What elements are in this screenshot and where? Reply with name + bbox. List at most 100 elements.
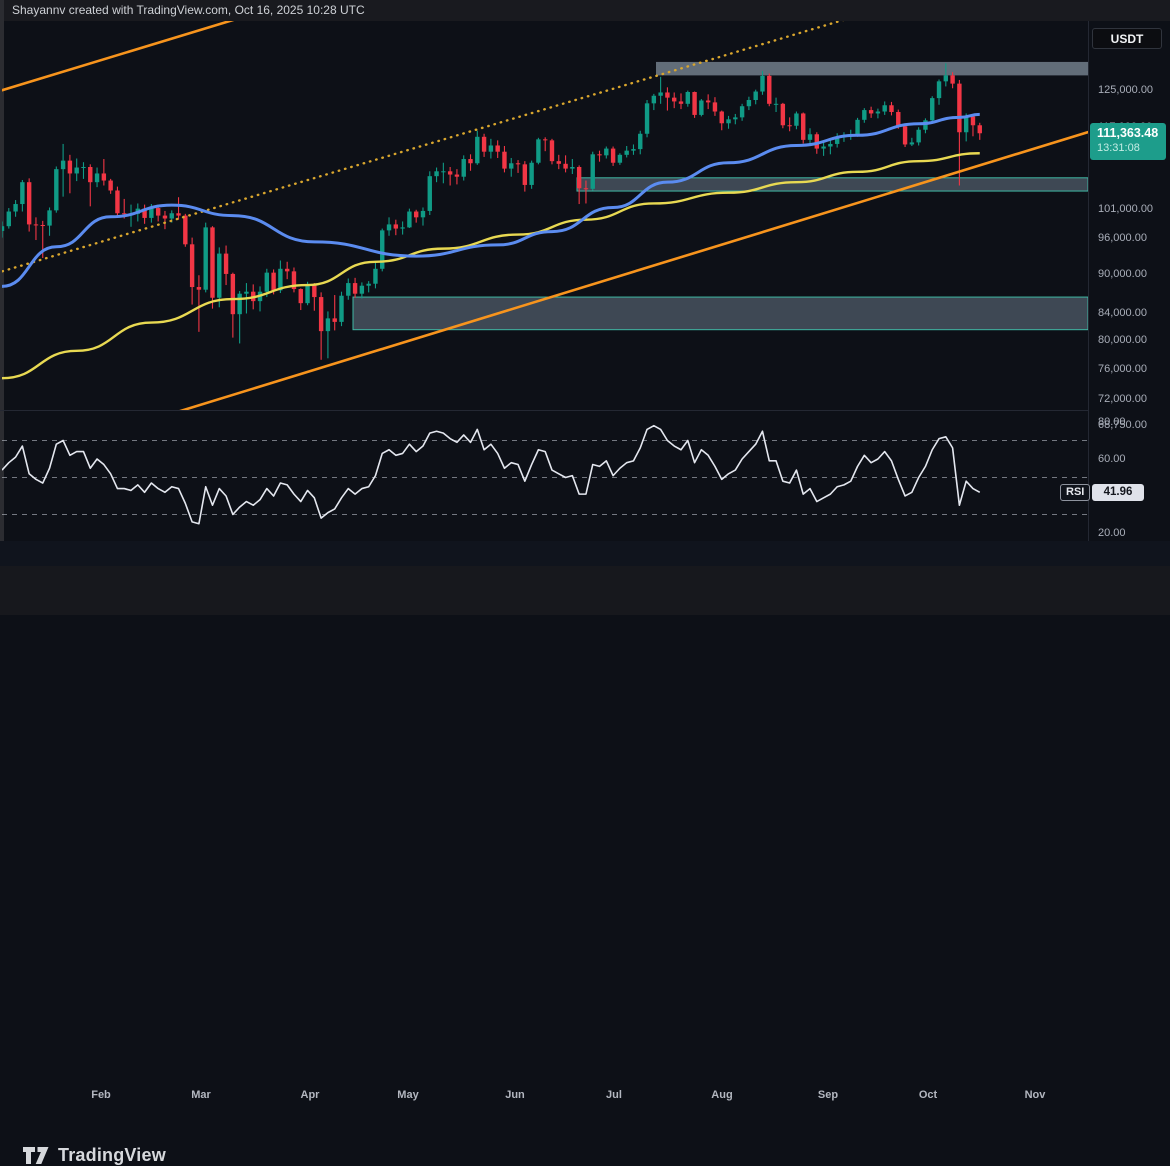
candle-body [896, 112, 900, 126]
candle-body [652, 96, 656, 104]
candle-body [95, 173, 99, 182]
bar-countdown: 13:31:08 [1097, 141, 1166, 155]
candle-body [373, 269, 377, 284]
candle-body [658, 92, 662, 95]
candle-body [679, 101, 683, 103]
candle-body [706, 100, 710, 102]
candle-body [821, 147, 825, 149]
price-tick: 72,000.00 [1098, 392, 1168, 406]
candle-body [672, 98, 676, 102]
candle-body [68, 161, 72, 174]
candle-body [591, 154, 595, 189]
month-label-feb: Feb [91, 1088, 111, 1102]
candle-body [190, 244, 194, 287]
candle-body [156, 208, 160, 216]
currency-label: USDT [1111, 32, 1144, 46]
price-tick: 101,000.00 [1098, 202, 1168, 216]
candle-body [794, 113, 798, 125]
candle-body [713, 102, 717, 111]
candle-body [204, 227, 208, 289]
candle-body [61, 161, 65, 170]
candle-body [210, 227, 214, 297]
footer-bar: TradingView [0, 566, 1170, 615]
candle-body [231, 274, 235, 314]
candle-body [299, 289, 303, 303]
price-axis[interactable]: 125,000.00117,000.00101,000.0096,000.009… [1088, 21, 1170, 541]
zone-resistance-125k[interactable] [656, 62, 1088, 75]
candle-body [441, 171, 445, 172]
candle-body [394, 224, 398, 228]
candle-body [163, 216, 167, 219]
candle-body [305, 284, 309, 303]
tradingview-logo[interactable]: TradingView [22, 1144, 166, 1166]
last-price-value: 111,363.48 [1097, 126, 1166, 141]
month-label-may: May [397, 1088, 418, 1102]
candle-body [964, 116, 968, 132]
candle-body [366, 284, 370, 286]
candle-body [502, 152, 506, 169]
candle-body [869, 110, 873, 113]
candle-body [787, 125, 791, 126]
candle-body [692, 92, 696, 115]
currency-chip[interactable]: USDT [1092, 28, 1162, 49]
pane-separator[interactable] [0, 410, 1088, 411]
candle-body [54, 169, 58, 210]
candle-body [387, 224, 391, 230]
candle-body [957, 84, 961, 133]
candle-body [462, 159, 466, 177]
price-pane[interactable] [0, 12, 1100, 436]
candle-body [944, 75, 948, 81]
month-label-nov: Nov [1025, 1088, 1046, 1102]
candle-body [686, 92, 690, 104]
candle-body [495, 145, 499, 151]
candle-body [115, 190, 119, 213]
candle-body [27, 182, 31, 224]
time-axis[interactable]: FebMarAprMayJunJulAugSepOctNov [0, 541, 1170, 566]
candle-body [978, 125, 982, 133]
candle-body [543, 139, 547, 140]
candle-body [760, 76, 764, 92]
candle-body [360, 286, 364, 294]
candle-body [428, 176, 432, 211]
candle-body [767, 76, 771, 104]
candle-body [197, 287, 201, 290]
candle-body [326, 318, 330, 331]
rsi-value-text: 41.96 [1104, 486, 1133, 498]
candle-body [523, 164, 527, 185]
price-chart-canvas[interactable] [0, 0, 1170, 615]
candle-body [468, 159, 472, 163]
candle-body [618, 155, 622, 163]
candle-body [47, 210, 51, 225]
rsi-pane[interactable] [2, 426, 1088, 524]
rsi-indicator-label: RSI [1060, 484, 1090, 501]
trendline-channel-lower[interactable] [100, 128, 1100, 435]
trendline-channel-upper[interactable] [0, 18, 240, 94]
candle-body [862, 110, 866, 120]
candle-body [414, 212, 418, 218]
rsi-tick: 60.00 [1098, 452, 1168, 466]
candle-body [774, 104, 778, 105]
candle-body [828, 144, 832, 147]
candle-body [557, 161, 561, 164]
candle-body [312, 284, 316, 297]
candle-body [81, 167, 85, 168]
candle-body [108, 181, 112, 191]
month-label-apr: Apr [301, 1088, 320, 1102]
month-label-jul: Jul [606, 1088, 622, 1102]
price-tick: 96,000.00 [1098, 231, 1168, 245]
candle-body [883, 105, 887, 111]
candle-body [597, 154, 601, 155]
candle-body [88, 167, 92, 182]
candle-body [781, 104, 785, 125]
candle-body [937, 81, 941, 98]
candle-body [529, 163, 533, 185]
candle-body [624, 151, 628, 155]
tradingview-logo-text: TradingView [58, 1145, 166, 1166]
candle-body [482, 137, 486, 152]
candle-body [910, 142, 914, 144]
candle-body [916, 130, 920, 143]
candle-body [455, 175, 459, 177]
candle-body [733, 117, 737, 119]
candle-body [319, 297, 323, 331]
candle-body [903, 126, 907, 144]
